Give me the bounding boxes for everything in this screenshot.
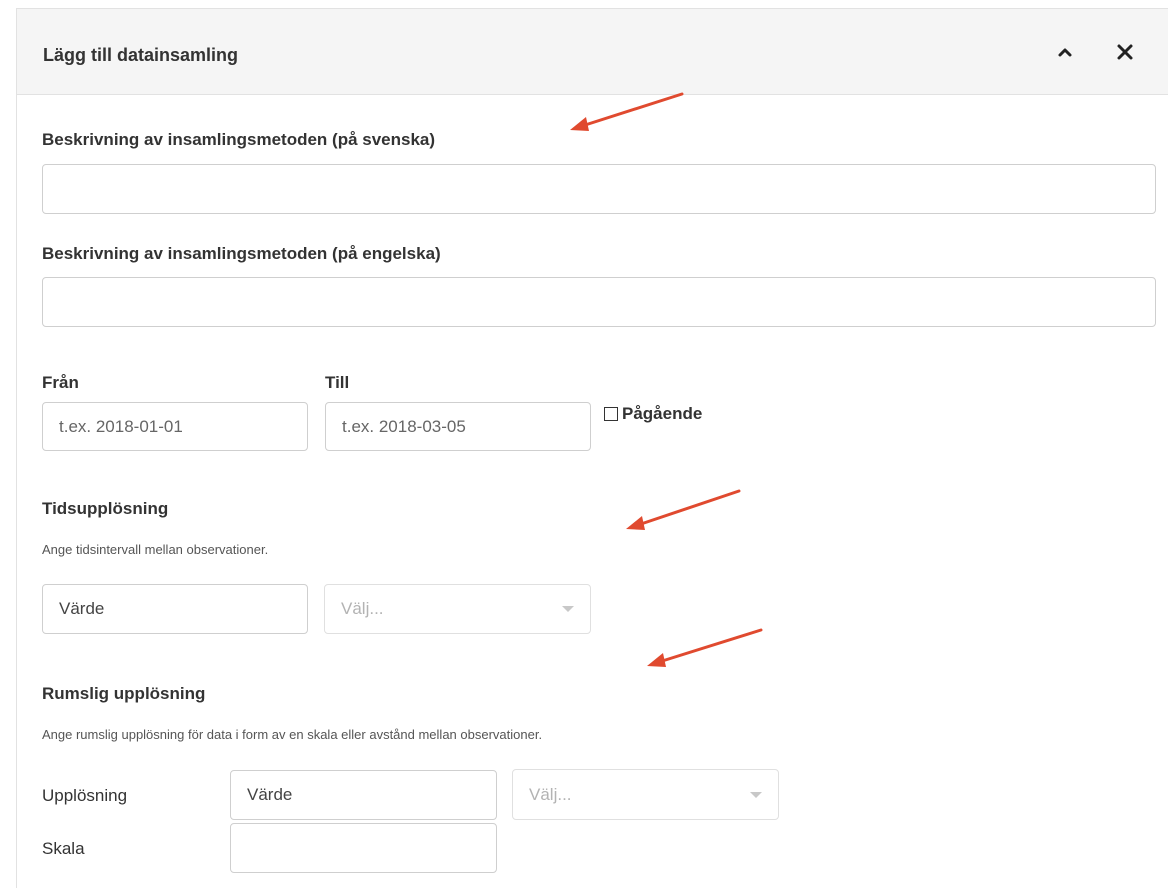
caret-down-icon bbox=[750, 791, 762, 798]
time-resolution-value-input[interactable] bbox=[42, 584, 308, 634]
scale-label: Skala bbox=[42, 839, 85, 858]
caret-down-icon bbox=[562, 606, 574, 612]
collapse-button[interactable] bbox=[1052, 39, 1078, 65]
resolution-label: Upplösning bbox=[42, 786, 128, 805]
to-date-input[interactable] bbox=[325, 402, 591, 451]
time-resolution-unit-select[interactable]: Välj... bbox=[324, 584, 591, 634]
panel-title: Lägg till datainsamling bbox=[43, 45, 239, 65]
description-sv-input[interactable] bbox=[42, 164, 1156, 214]
time-resolution-heading: Tidsupplösning bbox=[42, 499, 169, 518]
spatial-resolution-heading: Rumslig upplösning bbox=[42, 684, 206, 703]
spatial-resolution-value-input[interactable] bbox=[230, 770, 497, 820]
ongoing-label: Pågående bbox=[622, 404, 703, 423]
to-label: Till bbox=[325, 373, 350, 392]
close-icon bbox=[1117, 44, 1133, 60]
panel-header: Lägg till datainsamling bbox=[17, 9, 1168, 95]
spatial-resolution-unit-select[interactable]: Välj... bbox=[512, 769, 779, 820]
ongoing-checkbox[interactable] bbox=[604, 407, 618, 421]
description-en-input[interactable] bbox=[42, 277, 1156, 327]
from-date-input[interactable] bbox=[42, 402, 308, 451]
ongoing-checkbox-wrap[interactable]: Pågående bbox=[604, 404, 702, 424]
time-resolution-help: Ange tidsintervall mellan observationer. bbox=[42, 542, 269, 557]
description-sv-label: Beskrivning av insamlingsmetoden (på sve… bbox=[42, 130, 436, 149]
spatial-resolution-help: Ange rumslig upplösning för data i form … bbox=[42, 727, 543, 742]
from-label: Från bbox=[42, 373, 79, 392]
spatial-resolution-unit-placeholder: Välj... bbox=[529, 784, 572, 804]
time-resolution-unit-placeholder: Välj... bbox=[341, 599, 384, 618]
close-button[interactable] bbox=[1112, 39, 1138, 65]
chevron-up-icon bbox=[1058, 48, 1072, 57]
scale-input[interactable] bbox=[230, 823, 497, 873]
description-en-label: Beskrivning av insamlingsmetoden (på eng… bbox=[42, 244, 441, 263]
